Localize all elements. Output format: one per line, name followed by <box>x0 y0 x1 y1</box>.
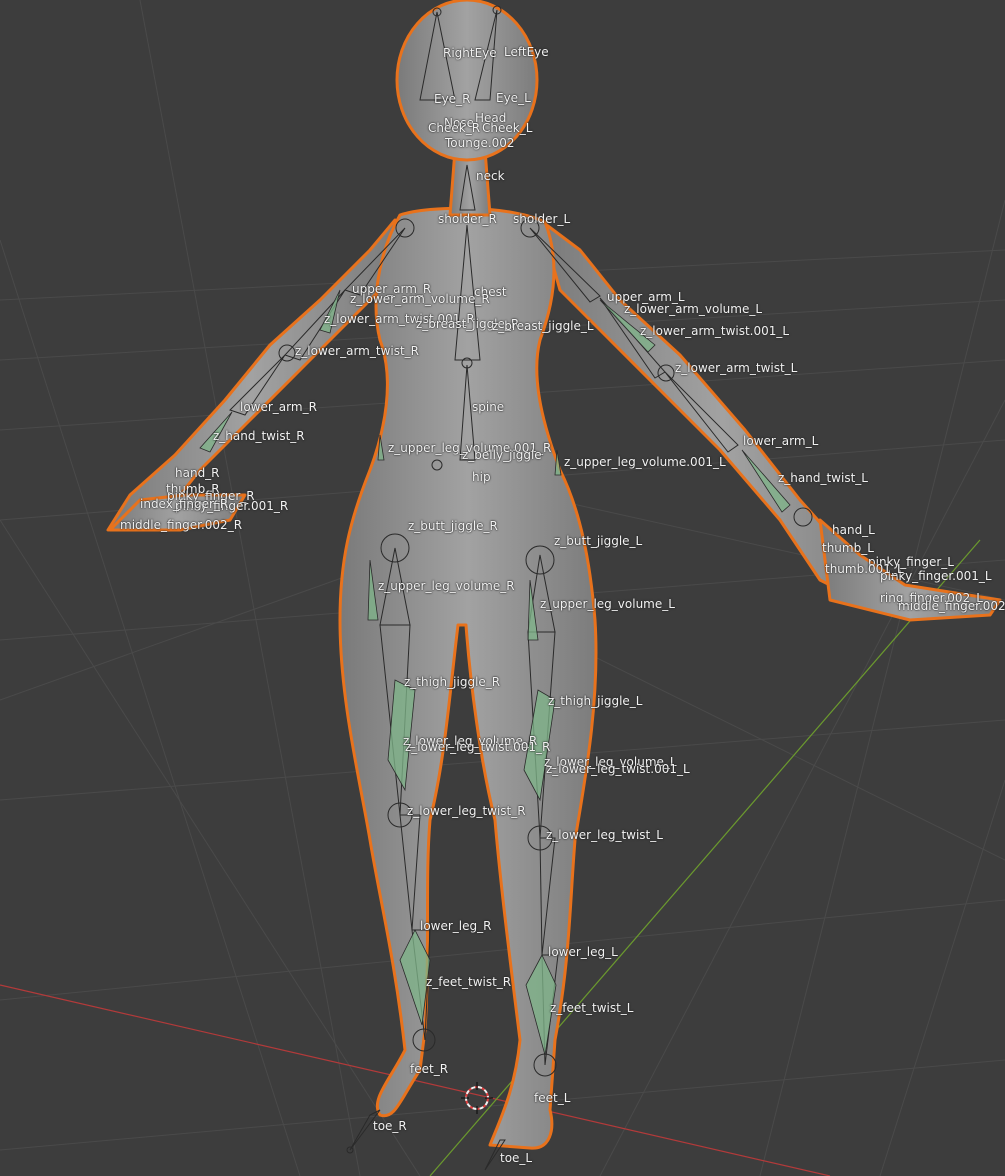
3d-viewport[interactable]: RightEye LeftEye Eye_R Eye_L Head Nose Cheek_R… <box>0 0 1005 1176</box>
viewport-scene[interactable] <box>0 0 1005 1176</box>
